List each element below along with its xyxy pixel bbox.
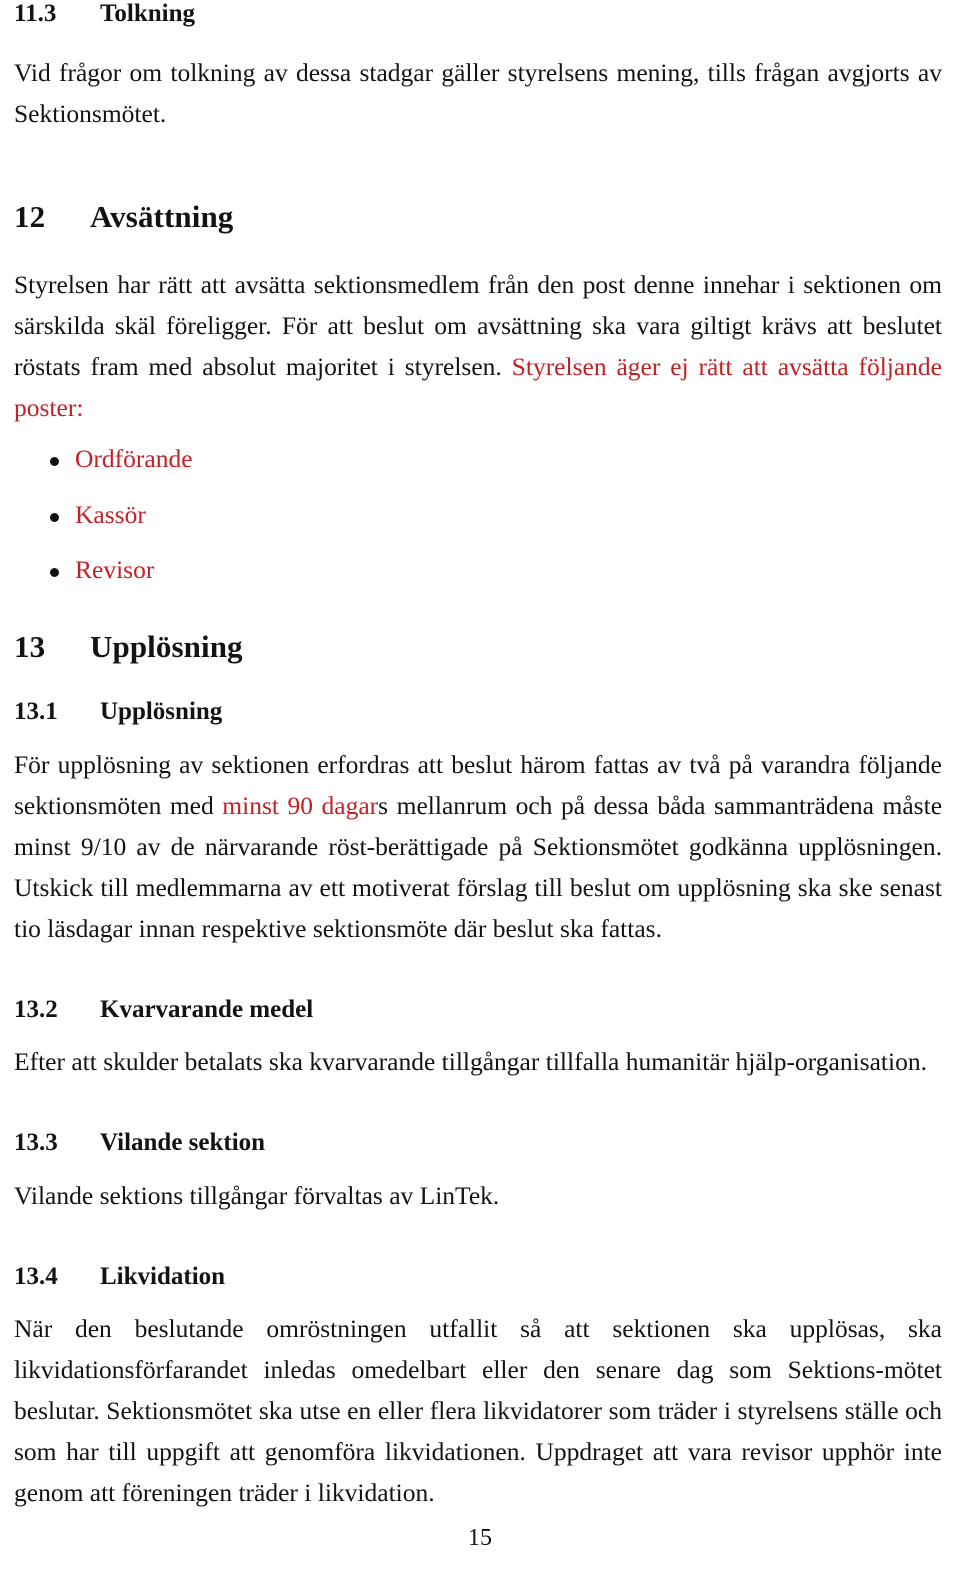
heading-11-3-number: 11.3 bbox=[14, 0, 57, 27]
heading-13: 13 Upplösning bbox=[14, 628, 942, 665]
heading-11-3-title: Tolkning bbox=[100, 0, 195, 27]
heading-13-title: Upplösning bbox=[90, 628, 243, 664]
heading-13-number: 13 bbox=[14, 628, 46, 664]
heading-13-2-number: 13.2 bbox=[14, 995, 58, 1023]
paragraph-11-3: Vid frågor om tolkning av dessa stadgar … bbox=[14, 57, 942, 128]
list-item: Revisor bbox=[14, 557, 942, 583]
heading-13-4-number: 13.4 bbox=[14, 1262, 58, 1290]
paragraph-13-1-red-text: minst 90 dagar bbox=[222, 790, 379, 820]
protected-posts-list: Ordförande Kassör Revisor bbox=[14, 446, 942, 583]
list-item: Kassör bbox=[14, 499, 942, 529]
heading-11-3: 11.3 Tolkning bbox=[14, 0, 942, 28]
heading-12-number: 12 bbox=[14, 198, 46, 234]
heading-13-4-title: Likvidation bbox=[100, 1262, 226, 1290]
heading-13-1: 13.1 Upplösning bbox=[14, 698, 942, 726]
list-item-label: Ordförande bbox=[75, 444, 193, 474]
document-page: 11.3 Tolkning Vid frågor om tolkning av … bbox=[0, 0, 960, 1591]
paragraph-13-4: När den beslutande omröstningen utfallit… bbox=[14, 1314, 942, 1508]
list-item-label: Revisor bbox=[75, 555, 155, 585]
heading-13-1-number: 13.1 bbox=[14, 698, 58, 726]
heading-13-1-title: Upplösning bbox=[100, 698, 223, 726]
list-item: Ordförande bbox=[14, 446, 942, 472]
heading-13-2-title: Kvarvarande medel bbox=[100, 995, 314, 1023]
paragraph-13-1: För upplösning av sektionen erfordras at… bbox=[14, 744, 942, 949]
paragraph-13-2: Efter att skulder betalats ska kvarvaran… bbox=[14, 1047, 927, 1077]
page-number: 15 bbox=[468, 1525, 492, 1551]
list-item-label: Kassör bbox=[75, 499, 146, 529]
paragraph-12: Styrelsen har rätt att avsätta sektionsm… bbox=[14, 264, 942, 428]
heading-12: 12 Avsättning bbox=[14, 198, 942, 235]
page-content: 11.3 Tolkning Vid frågor om tolkning av … bbox=[14, 0, 942, 1513]
heading-12-title: Avsättning bbox=[90, 198, 234, 234]
heading-13-3-number: 13.3 bbox=[14, 1129, 58, 1157]
heading-13-2: 13.2 Kvarvarande medel bbox=[14, 996, 942, 1024]
paragraph-13-3: Vilande sektions tillgångar förvaltas av… bbox=[14, 1180, 500, 1210]
heading-13-3: 13.3 Vilande sektion bbox=[14, 1129, 942, 1157]
heading-13-3-title: Vilande sektion bbox=[100, 1129, 266, 1157]
heading-13-4: 13.4 Likvidation bbox=[14, 1263, 942, 1291]
